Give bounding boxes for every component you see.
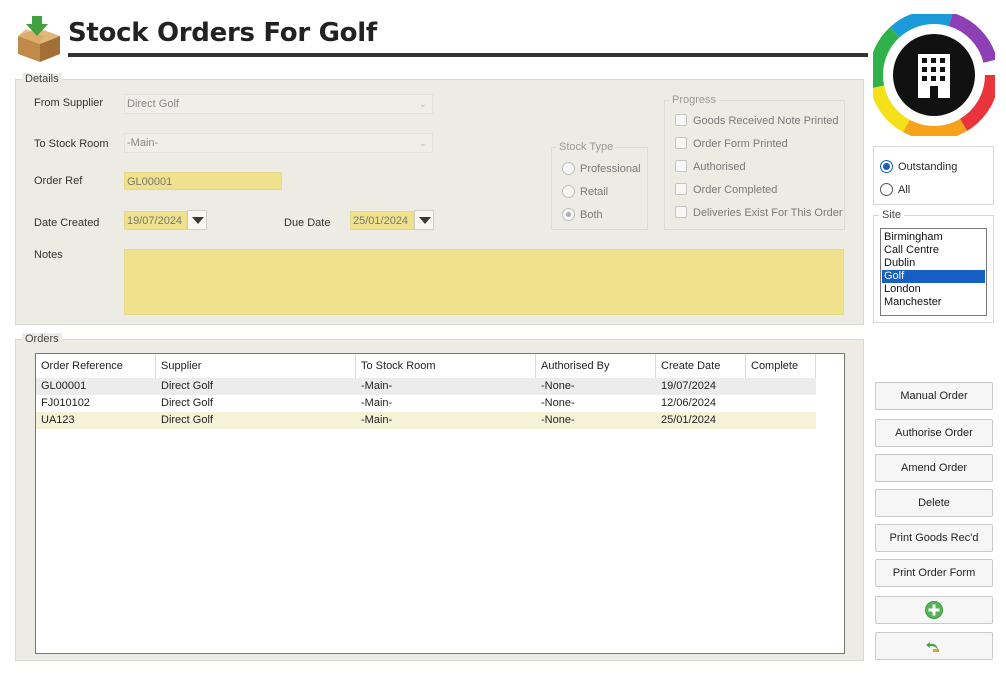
order-form-printed-checkbox[interactable] xyxy=(675,137,687,149)
date-created-label: Date Created xyxy=(34,217,100,229)
site-item-manchester[interactable]: Manchester xyxy=(882,296,985,309)
from-supplier-select[interactable]: Direct Golf ⌄ xyxy=(124,94,433,114)
outstanding-label: Outstanding xyxy=(898,161,958,173)
page-title: Stock Orders For Golf xyxy=(68,18,377,48)
date-created-dropdown-button[interactable] xyxy=(187,210,207,230)
column-header-to-stock-room[interactable]: To Stock Room xyxy=(356,354,536,378)
date-created-field[interactable]: 19/07/2024 xyxy=(124,211,187,230)
stock-type-both-label: Both xyxy=(580,209,603,221)
add-button[interactable] xyxy=(875,596,993,624)
to-stock-room-select[interactable]: -Main- ⌄ xyxy=(124,133,433,153)
details-group-label: Details xyxy=(22,73,62,85)
chevron-down-icon: ⌄ xyxy=(419,138,427,148)
table-cell: -None- xyxy=(541,397,575,409)
stock-type-professional-radio[interactable] xyxy=(562,162,575,175)
order-ref-label: Order Ref xyxy=(34,175,83,187)
site-list[interactable]: Birmingham Call Centre Dublin Golf Londo… xyxy=(880,228,987,316)
site-item-dublin[interactable]: Dublin xyxy=(882,257,985,270)
table-cell: 12/06/2024 xyxy=(661,397,717,409)
table-cell: UA123 xyxy=(41,414,75,426)
authorise-order-button[interactable]: Authorise Order xyxy=(875,419,993,447)
table-cell: Direct Golf xyxy=(161,397,213,409)
due-date-dropdown-button[interactable] xyxy=(414,210,434,230)
site-item-call-centre[interactable]: Call Centre xyxy=(882,244,985,257)
order-completed-label: Order Completed xyxy=(693,184,778,196)
notes-label: Notes xyxy=(34,249,63,261)
site-label: Site xyxy=(879,209,904,221)
table-row[interactable]: GL00001 Direct Golf -Main- -None- 19/07/… xyxy=(36,378,816,395)
column-header-authorised-by[interactable]: Authorised By xyxy=(536,354,656,378)
table-row[interactable]: FJ010102 Direct Golf -Main- -None- 12/06… xyxy=(36,395,816,412)
authorised-checkbox[interactable] xyxy=(675,160,687,172)
table-row[interactable]: UA123 Direct Golf -Main- -None- 25/01/20… xyxy=(36,412,816,429)
table-cell: Direct Golf xyxy=(161,380,213,392)
site-item-golf[interactable]: Golf xyxy=(882,270,985,283)
table-cell: -None- xyxy=(541,380,575,392)
add-circle-icon xyxy=(925,601,943,619)
table-cell: -Main- xyxy=(361,397,393,409)
stock-type-label: Stock Type xyxy=(556,141,617,153)
box-icon xyxy=(14,14,64,64)
notes-field[interactable] xyxy=(124,249,844,315)
orders-grid[interactable]: Order Reference Supplier To Stock Room A… xyxy=(35,353,845,654)
from-supplier-label: From Supplier xyxy=(34,97,104,109)
table-cell: 25/01/2024 xyxy=(661,414,717,426)
delete-button[interactable]: Delete xyxy=(875,489,993,517)
table-cell: GL00001 xyxy=(41,380,87,392)
all-label: All xyxy=(898,184,911,196)
print-goods-received-button[interactable]: Print Goods Rec'd xyxy=(875,524,993,552)
amend-order-button[interactable]: Amend Order xyxy=(875,454,993,482)
order-ref-field[interactable]: GL00001 xyxy=(124,172,282,190)
manual-order-button[interactable]: Manual Order xyxy=(875,382,993,410)
stock-type-retail-label: Retail xyxy=(580,186,609,198)
due-date-label: Due Date xyxy=(284,217,331,229)
from-supplier-value: Direct Golf xyxy=(127,98,179,110)
filter-group xyxy=(873,146,994,205)
table-cell: Direct Golf xyxy=(161,414,213,426)
building-logo-icon xyxy=(869,10,999,140)
column-header-order-reference[interactable]: Order Reference xyxy=(36,354,156,378)
stock-type-both-radio[interactable] xyxy=(562,208,575,221)
progress-label: Progress xyxy=(669,94,720,106)
goods-received-printed-checkbox[interactable] xyxy=(675,114,687,126)
deliveries-exist-label: Deliveries Exist For This Order xyxy=(693,207,843,219)
chevron-down-icon: ⌄ xyxy=(419,99,427,109)
authorised-label: Authorised xyxy=(693,161,746,173)
title-divider xyxy=(68,53,868,57)
outstanding-radio[interactable] xyxy=(880,160,893,173)
due-date-field[interactable]: 25/01/2024 xyxy=(350,211,414,230)
table-cell: -None- xyxy=(541,414,575,426)
order-form-printed-label: Order Form Printed xyxy=(693,138,788,150)
deliveries-exist-checkbox[interactable] xyxy=(675,206,687,218)
table-cell: 19/07/2024 xyxy=(661,380,717,392)
column-header-create-date[interactable]: Create Date xyxy=(656,354,746,378)
orders-group-label: Orders xyxy=(22,333,62,345)
goods-received-printed-label: Goods Received Note Printed xyxy=(693,115,839,127)
column-header-complete[interactable]: Complete xyxy=(746,354,816,378)
table-cell: -Main- xyxy=(361,380,393,392)
table-cell: -Main- xyxy=(361,414,393,426)
undo-arrow-icon xyxy=(926,642,939,652)
stock-type-retail-radio[interactable] xyxy=(562,185,575,198)
all-radio[interactable] xyxy=(880,183,893,196)
to-stock-room-value: -Main- xyxy=(127,137,159,149)
stock-type-professional-label: Professional xyxy=(580,163,641,175)
site-item-london[interactable]: London xyxy=(882,283,985,296)
to-stock-room-label: To Stock Room xyxy=(34,138,109,150)
undo-button[interactable] xyxy=(875,632,993,660)
order-completed-checkbox[interactable] xyxy=(675,183,687,195)
column-header-supplier[interactable]: Supplier xyxy=(156,354,356,378)
table-cell: FJ010102 xyxy=(41,397,90,409)
site-item-birmingham[interactable]: Birmingham xyxy=(882,231,985,244)
print-order-form-button[interactable]: Print Order Form xyxy=(875,559,993,587)
